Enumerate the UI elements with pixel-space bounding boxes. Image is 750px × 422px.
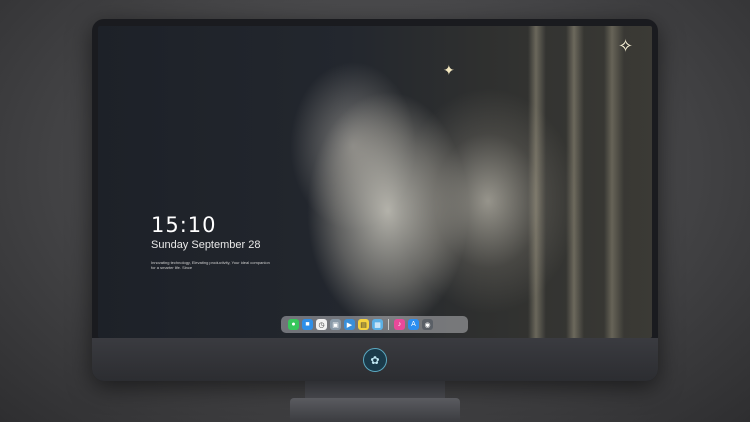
camera-icon[interactable]: ◉	[422, 319, 433, 330]
photos-icon[interactable]: ▣	[330, 319, 341, 330]
preview-icon[interactable]: ▦	[372, 319, 383, 330]
lockscreen-date: Sunday September 28	[151, 239, 261, 251]
window-light-rays	[528, 26, 648, 338]
dock: ● ■ ◷ ▣ ▶ ▤ ▦ ♪ A ◉	[281, 316, 468, 333]
video-icon[interactable]: ▶	[344, 319, 355, 330]
monitor-stand-base	[290, 398, 460, 422]
lockscreen-time: 15:10	[151, 213, 217, 237]
messages-icon[interactable]: ●	[288, 319, 299, 330]
notes-icon[interactable]: ▤	[358, 319, 369, 330]
brand-logo-icon: ✿	[363, 348, 387, 372]
music-icon[interactable]: ♪	[394, 319, 405, 330]
desktop-screen: ✦ ✧ 15:10 Sunday September 28 Innovating…	[98, 26, 652, 338]
lockscreen-tagline: Innovating technology, Elevating product…	[151, 260, 270, 270]
light-flare-icon: ✧	[618, 36, 634, 56]
wallpaper-figure	[273, 71, 503, 338]
clock-icon[interactable]: ◷	[316, 319, 327, 330]
finder-icon[interactable]: ■	[302, 319, 313, 330]
app-store-icon[interactable]: A	[408, 319, 419, 330]
dock-separator	[388, 319, 389, 330]
sparkle-icon: ✦	[443, 62, 455, 78]
